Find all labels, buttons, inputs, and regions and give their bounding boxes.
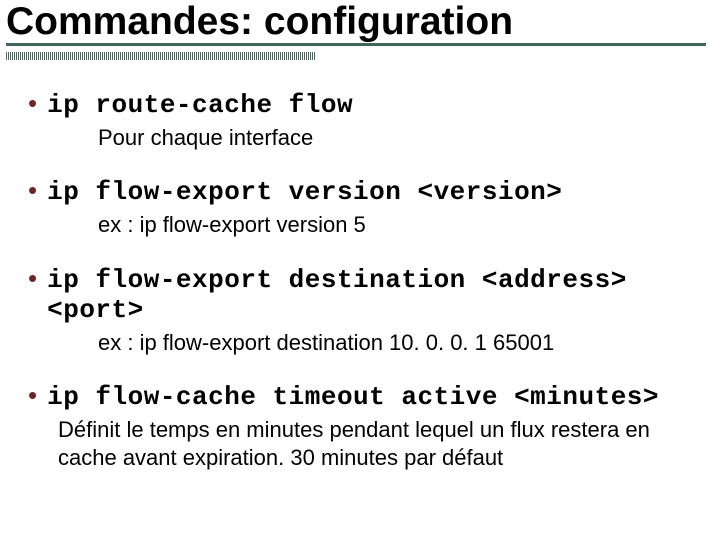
- command-text: ip flow-export destination <address> <po…: [47, 265, 700, 325]
- command-description: Définit le temps en minutes pendant lequ…: [58, 416, 680, 471]
- bullet-icon: •: [28, 90, 37, 116]
- command-line: • ip route-cache flow: [28, 90, 700, 120]
- command-text: ip flow-cache timeout active <minutes>: [47, 382, 659, 412]
- title-block: Commandes: configuration: [0, 0, 720, 46]
- content-area: • ip route-cache flow Pour chaque interf…: [0, 60, 720, 472]
- slide: Commandes: configuration • ip route-cach…: [0, 0, 720, 540]
- bullet-icon: •: [28, 177, 37, 203]
- bullet-icon: •: [28, 265, 37, 291]
- command-text: ip route-cache flow: [47, 90, 353, 120]
- command-text: ip flow-export version <version>: [47, 177, 562, 207]
- bullet-item: • ip flow-export destination <address> <…: [28, 265, 700, 357]
- command-line: • ip flow-cache timeout active <minutes>: [28, 382, 700, 412]
- command-description: Pour chaque interface: [98, 124, 700, 152]
- slide-title: Commandes: configuration: [6, 2, 706, 46]
- bullet-item: • ip route-cache flow Pour chaque interf…: [28, 90, 700, 152]
- command-line: • ip flow-export destination <address> <…: [28, 265, 700, 325]
- bullet-item: • ip flow-cache timeout active <minutes>…: [28, 382, 700, 471]
- command-line: • ip flow-export version <version>: [28, 177, 700, 207]
- command-description: ex : ip flow-export destination 10. 0. 0…: [98, 329, 700, 357]
- bullet-icon: •: [28, 382, 37, 408]
- accent-bar: [6, 52, 316, 60]
- command-description: ex : ip flow-export version 5: [98, 211, 700, 239]
- bullet-item: • ip flow-export version <version> ex : …: [28, 177, 700, 239]
